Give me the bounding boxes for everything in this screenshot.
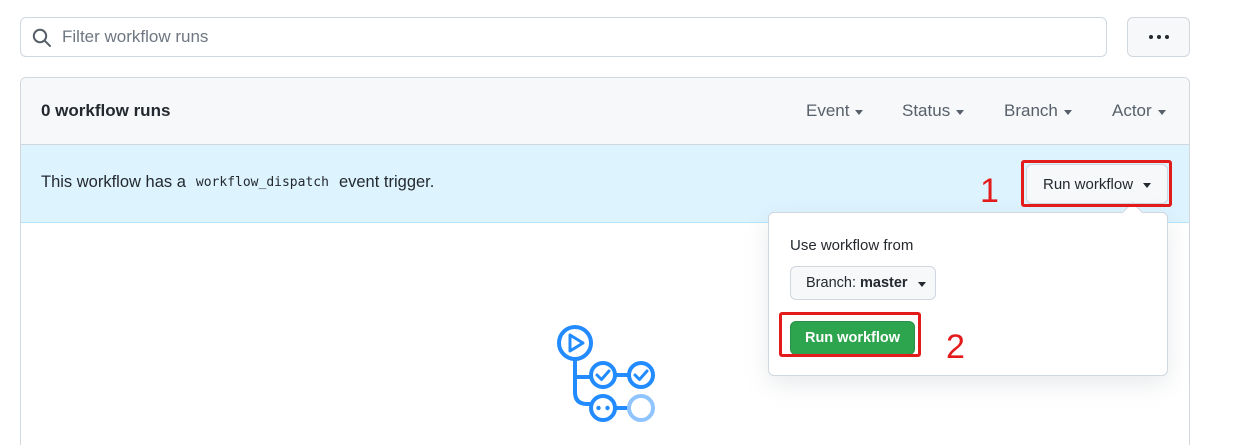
- runs-header: 0 workflow runs Event Status Branch Acto…: [21, 78, 1189, 145]
- actor-filter-label: Actor: [1112, 101, 1152, 120]
- branch-filter-label: Branch: [1004, 101, 1058, 120]
- kebab-dot: [1156, 35, 1161, 39]
- annotation-box-1: [1021, 160, 1172, 207]
- event-filter[interactable]: Event: [806, 101, 864, 121]
- triangle-down-icon: [1157, 109, 1166, 115]
- event-filter-label: Event: [806, 101, 850, 120]
- kebab-horizontal-icon: [1148, 35, 1153, 39]
- annotation-number-2: 2: [946, 328, 965, 366]
- kebab-dot: [1164, 35, 1169, 39]
- annotation-box-2: [779, 312, 921, 357]
- annotation-number-1: 1: [980, 172, 999, 210]
- search-icon: [32, 28, 51, 47]
- triangle-down-icon: [917, 281, 926, 287]
- triangle-down-icon: [855, 109, 864, 115]
- status-filter[interactable]: Status: [902, 101, 965, 121]
- search-input[interactable]: [21, 18, 1106, 56]
- runs-count: 0 workflow runs: [41, 101, 171, 120]
- banner-text-after: event trigger.: [338, 173, 435, 191]
- status-filter-label: Status: [902, 101, 951, 120]
- branch-select-button[interactable]: Branch: master: [790, 266, 936, 300]
- banner-text-before: This workflow has a: [41, 173, 186, 191]
- branch-prefix: Branch:: [806, 275, 856, 291]
- actor-filter[interactable]: Actor: [1112, 101, 1166, 121]
- branch-filter[interactable]: Branch: [1004, 101, 1072, 121]
- more-options-button[interactable]: [1127, 17, 1190, 57]
- branch-value: master: [859, 275, 908, 291]
- triangle-down-icon: [956, 109, 965, 115]
- banner-text: This workflow has a workflow_dispatch ev…: [41, 173, 434, 192]
- filter-search[interactable]: [20, 17, 1107, 57]
- dispatch-code: workflow_dispatch: [195, 175, 329, 190]
- dropdown-title: Use workflow from: [790, 237, 914, 254]
- workflow-graph-icon: [557, 325, 655, 422]
- triangle-down-icon: [1063, 109, 1072, 115]
